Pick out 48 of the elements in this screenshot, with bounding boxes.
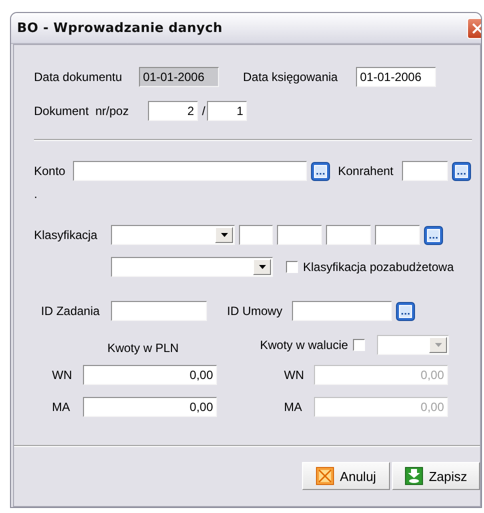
browse-button[interactable] bbox=[452, 162, 471, 180]
browse-button[interactable] bbox=[396, 302, 415, 320]
classification-field[interactable] bbox=[375, 225, 420, 245]
amount-label: WN bbox=[284, 368, 305, 382]
contract-id-field[interactable] bbox=[292, 301, 392, 321]
amount-label: MA bbox=[52, 400, 71, 414]
field-label: Konrahent bbox=[338, 164, 394, 178]
checkbox[interactable] bbox=[353, 339, 366, 351]
classification-field[interactable] bbox=[239, 225, 273, 245]
position-field[interactable]: 1 bbox=[207, 101, 248, 121]
amount-label: MA bbox=[284, 400, 303, 414]
field-label: Klasyfikacja bbox=[34, 228, 98, 242]
save-icon bbox=[404, 467, 423, 485]
browse-button[interactable] bbox=[311, 162, 330, 180]
field-label: ID Umowy bbox=[227, 304, 284, 318]
amount-field[interactable]: 0,00 bbox=[83, 365, 217, 385]
number-field[interactable]: 2 bbox=[148, 101, 198, 121]
task-id-field[interactable] bbox=[111, 301, 207, 321]
cancel-icon bbox=[316, 467, 334, 485]
field-label: Data księgowania bbox=[243, 70, 339, 84]
amount-field[interactable]: 0,00 bbox=[83, 397, 217, 417]
close-icon bbox=[472, 22, 481, 34]
section-title: Kwoty w PLN bbox=[107, 341, 179, 355]
dropdown[interactable] bbox=[111, 257, 273, 277]
save-button[interactable]: Zapisz bbox=[392, 462, 480, 490]
browse-button[interactable] bbox=[424, 226, 443, 244]
cancel-button[interactable]: Anuluj bbox=[302, 462, 390, 490]
dot-text: . bbox=[34, 187, 38, 201]
window-title: BO - Wprowadzanie danych bbox=[17, 20, 222, 36]
caret-icon bbox=[258, 265, 266, 269]
field-label: Dokument nr/poz bbox=[34, 104, 130, 118]
caret-icon bbox=[220, 233, 228, 237]
caret-icon bbox=[434, 343, 442, 347]
field-label: Data dokumentu bbox=[34, 70, 124, 84]
checkbox[interactable] bbox=[286, 261, 298, 273]
checkbox-label: Klasyfikacja pozabudżetowa bbox=[303, 260, 454, 274]
field-label: Konto bbox=[34, 164, 66, 178]
dropdown[interactable] bbox=[111, 225, 235, 245]
amount-label: WN bbox=[52, 368, 73, 382]
classification-field[interactable] bbox=[277, 225, 322, 245]
classification-field[interactable] bbox=[326, 225, 371, 245]
account-field[interactable] bbox=[73, 161, 307, 181]
contractor-field[interactable] bbox=[402, 161, 448, 181]
section-title: Kwoty w walucie bbox=[260, 338, 348, 352]
field-label: ID Zadania bbox=[41, 304, 101, 318]
date-field[interactable]: 01-01-2006 bbox=[356, 67, 436, 87]
dropdown[interactable] bbox=[377, 335, 450, 355]
separator-text: / bbox=[202, 104, 206, 118]
